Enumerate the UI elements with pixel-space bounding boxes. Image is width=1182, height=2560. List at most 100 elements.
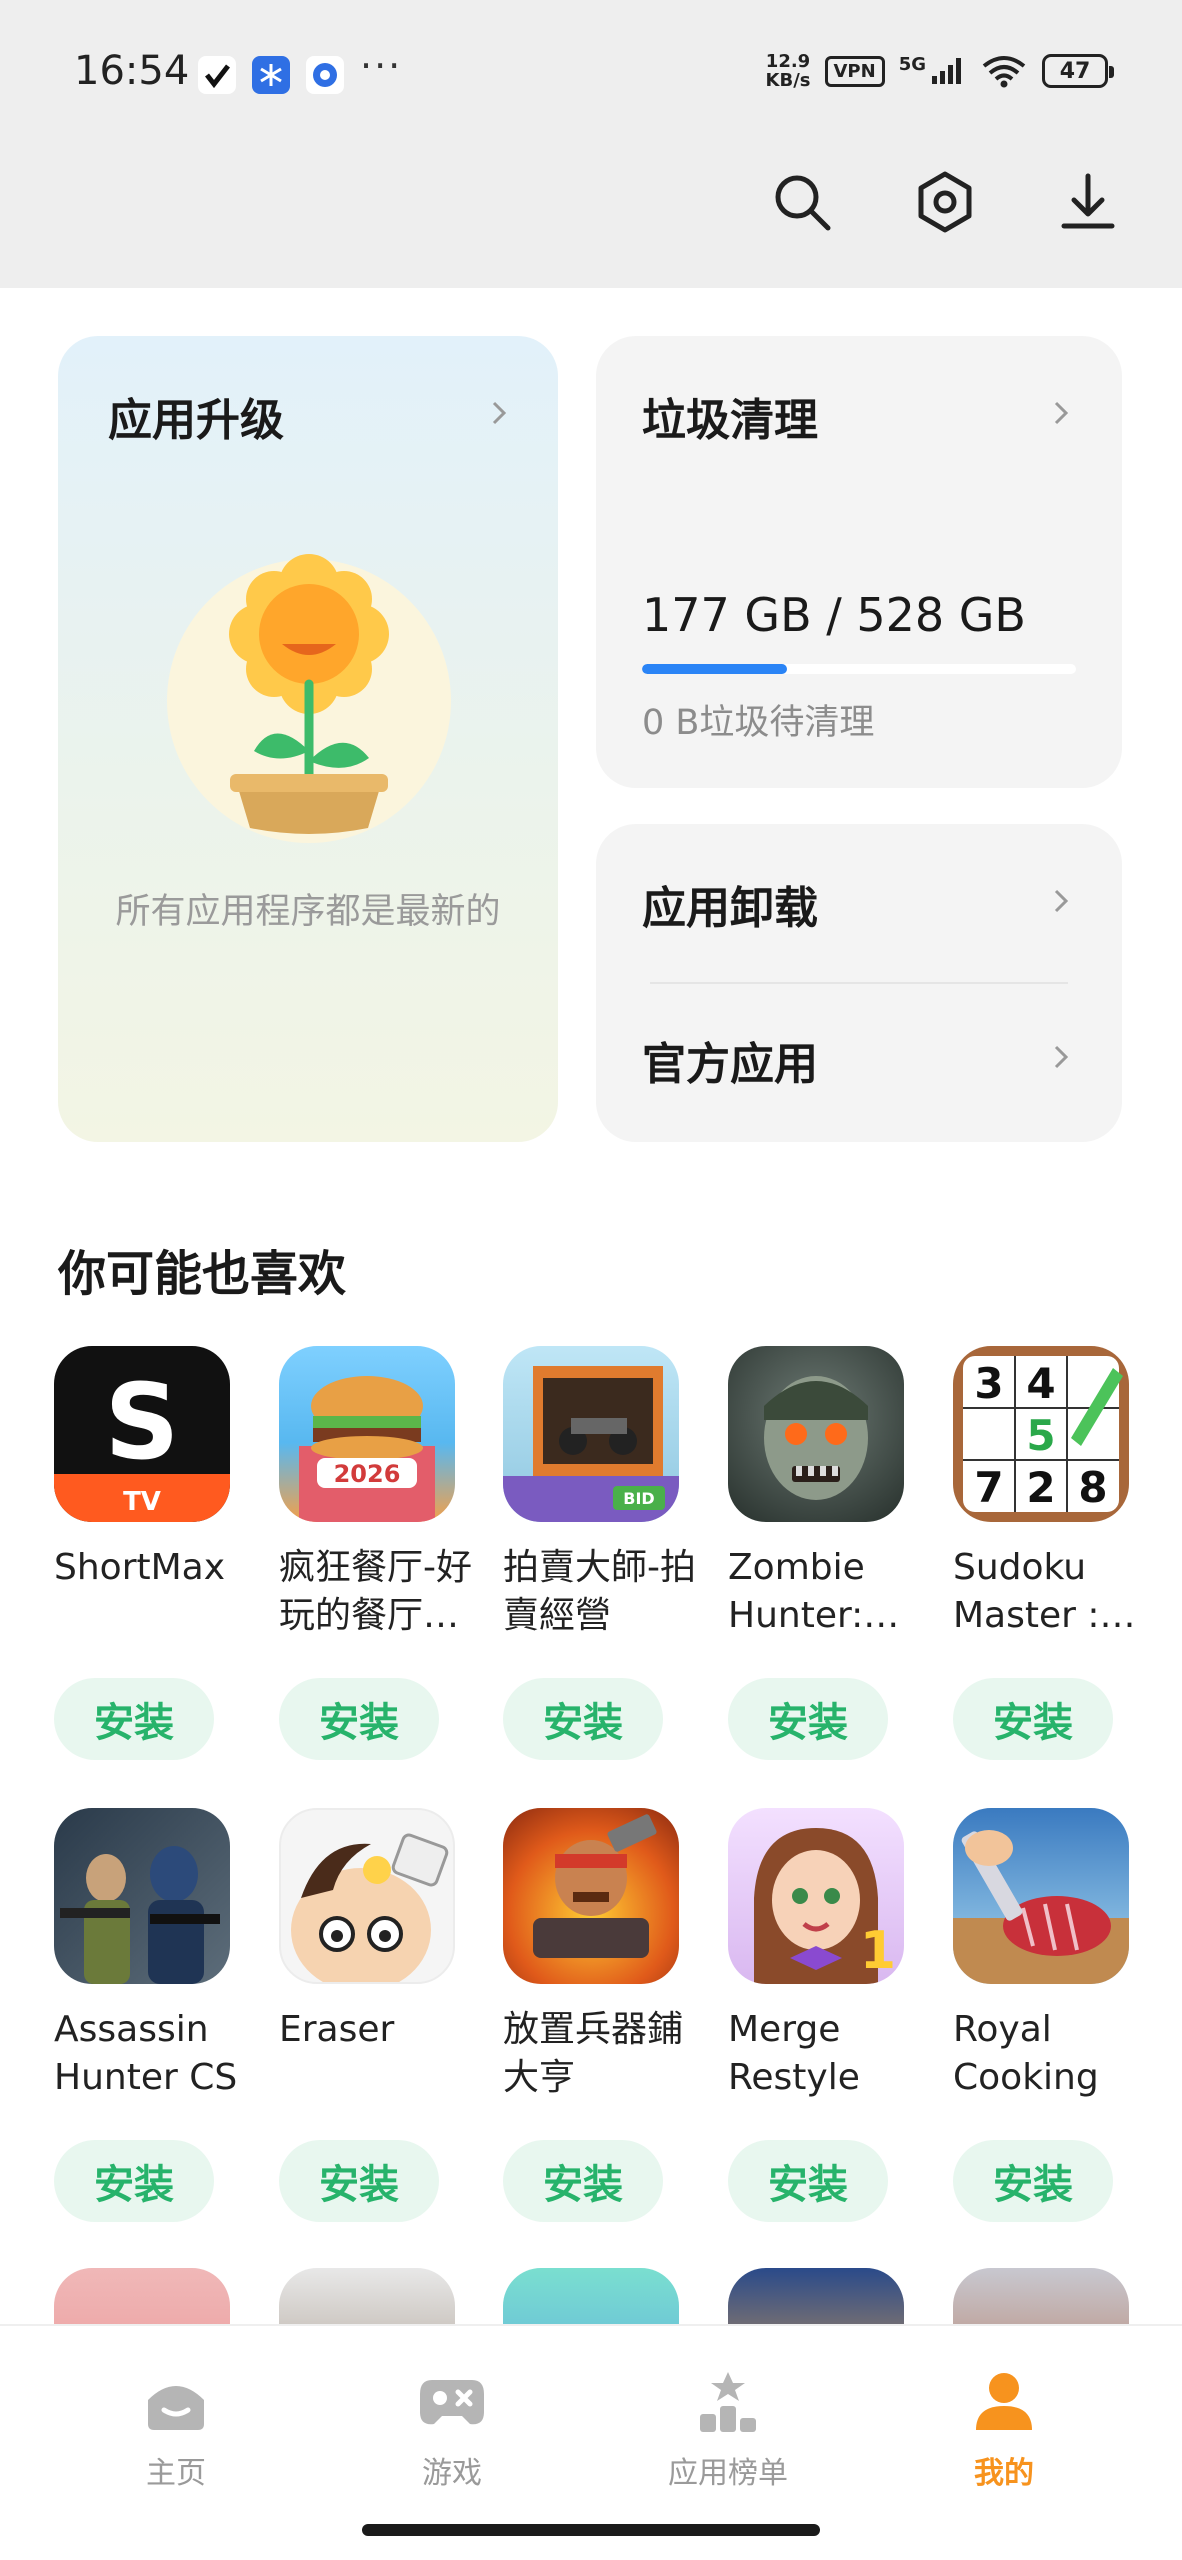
signal-icon (932, 58, 961, 84)
network-type: 5G (898, 54, 926, 75)
storage-usage-text: 177 GB / 528 GB (642, 588, 1026, 642)
app-name: 拍賣大師-拍賣經營 (503, 1547, 696, 1636)
install-button[interactable]: 安装 (54, 2140, 214, 2222)
nav-item-rankings[interactable]: 应用榜单 (628, 2366, 828, 2492)
chat-app-icon (306, 56, 344, 94)
install-button[interactable]: 安装 (54, 1678, 214, 1760)
home-icon (140, 2366, 212, 2438)
zombie-game-app-icon (728, 1346, 904, 1522)
install-button[interactable]: 安装 (279, 1678, 439, 1760)
official-apps-row[interactable]: 官方应用 (596, 984, 1122, 1142)
more-notifications-icon: ··· (360, 44, 403, 88)
storage-progress-bar (642, 664, 1076, 674)
svg-text:S: S (105, 1361, 180, 1483)
up-to-date-message: 所有应用程序都是最新的 (115, 892, 501, 932)
uninstall-apps-row[interactable]: 应用卸载 (596, 824, 1122, 982)
junk-cleanup-title: 垃圾清理 (642, 395, 818, 446)
svg-text:4: 4 (1026, 1359, 1055, 1408)
app-name: Eraser (279, 2009, 395, 2050)
chevron-right-icon (1054, 1045, 1069, 1069)
uninstall-apps-title: 应用卸载 (642, 883, 818, 934)
wifi-icon (982, 56, 1026, 88)
app-item-assassin-hunter[interactable]: Assassin Hunter CS 安装 (54, 1808, 254, 2222)
nav-label-active: 我的 (974, 2456, 1034, 2491)
svg-text:TV: TV (123, 1487, 161, 1517)
nav-label: 应用榜单 (668, 2456, 788, 2491)
search-icon[interactable] (766, 166, 838, 238)
status-right: 12.9 KB/s VPN 5G 47 (765, 51, 1114, 91)
install-button[interactable]: 安装 (728, 2140, 888, 2222)
app-name: Royal Cooking (953, 2009, 1099, 2098)
app-item-auction-master[interactable]: BID 拍賣大師-拍賣經營 安装 (503, 1346, 703, 1760)
app-name: Sudoku Master : Classic (953, 1547, 1100, 1636)
chevron-right-icon (1054, 889, 1069, 913)
svg-text:5: 5 (1026, 1411, 1055, 1460)
top-bar: 16:54 ··· 12.9 KB/s VPN 5G 47 (0, 0, 1182, 288)
app-item-merge-restyle[interactable]: 1 Merge Restyle 安装 (728, 1808, 928, 2222)
app-item-sudoku-master[interactable]: 34 5 728 Sudoku Master : Classic 安装 (953, 1346, 1153, 1760)
install-button[interactable]: 安装 (279, 2140, 439, 2222)
install-button[interactable]: 安装 (503, 1678, 663, 1760)
app-upgrade-card[interactable]: 应用升级 所有应用程序都是最新的 (58, 336, 558, 1142)
install-button[interactable]: 安装 (503, 2140, 663, 2222)
svg-text:2: 2 (1026, 1463, 1055, 1512)
chevron-right-icon (1054, 401, 1069, 425)
status-time: 16:54 (74, 48, 190, 94)
app-item-shortmax[interactable]: S TV ShortMax 安装 (54, 1346, 254, 1760)
junk-cleanup-card[interactable]: 垃圾清理 177 GB / 528 GB 0 B垃圾待清理 (596, 336, 1122, 788)
app-name: Assassin Hunter CS (54, 2009, 238, 2098)
svg-text:BID: BID (623, 1489, 654, 1508)
cooking-game-app-icon (953, 1808, 1129, 1984)
flower-pot-illustration (167, 554, 451, 843)
install-button[interactable]: 安装 (953, 1678, 1113, 1760)
auction-game-app-icon: BID (503, 1346, 679, 1522)
svg-text:7: 7 (974, 1463, 1003, 1512)
app-upgrade-title: 应用升级 (108, 395, 284, 446)
svg-text:1: 1 (860, 1921, 896, 1981)
eraser-game-app-icon (279, 1808, 455, 1984)
check-app-icon (198, 56, 236, 94)
junk-size-text: 0 B垃圾待清理 (642, 703, 875, 743)
download-icon[interactable] (1052, 166, 1124, 238)
gamepad-icon (416, 2366, 488, 2438)
nav-label: 游戏 (422, 2456, 482, 2491)
recommendations-title: 你可能也喜欢 (58, 1246, 347, 1302)
storage-progress-fill (642, 664, 788, 674)
vpn-badge: VPN (824, 55, 885, 87)
battery-icon: 47 (1042, 54, 1114, 88)
app-name: 疯狂餐厅-好玩的餐厅游戏 (279, 1547, 472, 1636)
profile-icon (968, 2366, 1040, 2438)
shortmax-app-icon: S TV (54, 1346, 230, 1522)
ranking-icon (692, 2366, 764, 2438)
app-tools-card: 应用卸载 官方应用 (596, 824, 1122, 1142)
app-name: Merge Restyle (728, 2009, 860, 2098)
burger-game-app-icon: 2026 (279, 1346, 455, 1522)
svg-text:3: 3 (974, 1359, 1003, 1408)
blacksmith-game-app-icon (503, 1808, 679, 1984)
app-name: Zombie Hunter: Survival (728, 1547, 865, 1636)
shooter-game-app-icon (54, 1808, 230, 1984)
svg-text:2026: 2026 (334, 1460, 401, 1488)
app-name: ShortMax (54, 1547, 226, 1588)
app-item-royal-cooking[interactable]: Royal Cooking 安装 (953, 1808, 1153, 2222)
home-indicator[interactable] (362, 2524, 820, 2536)
sudoku-app-icon: 34 5 728 (953, 1346, 1129, 1522)
install-button[interactable]: 安装 (953, 2140, 1113, 2222)
nav-label: 主页 (146, 2456, 206, 2491)
install-button[interactable]: 安装 (728, 1678, 888, 1760)
app-name: 放置兵器鋪大亨 (503, 2009, 684, 2098)
nav-item-games[interactable]: 游戏 (352, 2366, 552, 2492)
snowflake-app-icon (252, 56, 290, 94)
makeover-game-app-icon: 1 (728, 1808, 904, 1984)
nav-item-home[interactable]: 主页 (76, 2366, 276, 2492)
official-apps-title: 官方应用 (642, 1039, 818, 1090)
settings-icon[interactable] (909, 166, 981, 238)
app-item-idle-weapon-shop[interactable]: 放置兵器鋪大亨 安装 (503, 1808, 703, 2222)
app-item-crazy-restaurant[interactable]: 2026 疯狂餐厅-好玩的餐厅游戏 安装 (279, 1346, 479, 1760)
nav-item-profile[interactable]: 我的 (904, 2366, 1104, 2492)
svg-text:8: 8 (1078, 1463, 1107, 1512)
net-speed: 12.9 KB/s (765, 51, 811, 91)
app-item-eraser[interactable]: Eraser 安装 (279, 1808, 479, 2222)
chevron-right-icon (492, 401, 507, 425)
app-item-zombie-hunter[interactable]: Zombie Hunter: Survival 安装 (728, 1346, 928, 1760)
